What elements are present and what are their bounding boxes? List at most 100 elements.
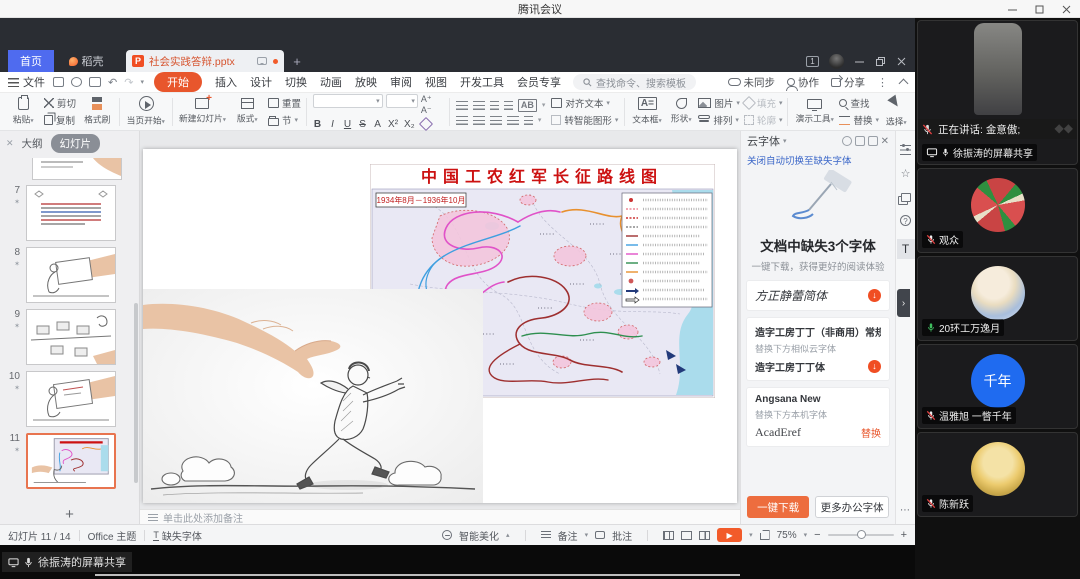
missing-fonts-status[interactable]: 缺失字体 [162,528,202,543]
picture-button[interactable]: 图片▾ [698,96,740,110]
video-tile[interactable]: 千年 温雅旭 一瞥千年 [917,344,1078,429]
present-tools-button[interactable]: 演示工具▾ [791,99,837,125]
numbered-list-icon[interactable] [473,101,485,110]
zoom-slider[interactable] [828,534,894,536]
more-menu-icon[interactable]: ⋮ [877,76,888,89]
pin-icon[interactable] [868,136,878,146]
zoom-level[interactable]: 75% [777,530,797,541]
thumbnail-slide-10[interactable] [26,371,116,427]
wps-restore-icon[interactable] [875,56,886,67]
reading-view-icon[interactable] [699,531,710,540]
notes-toggle-icon[interactable] [541,531,551,539]
collapse-ribbon-icon[interactable] [899,79,909,89]
fit-slide-icon[interactable] [760,530,770,540]
slide-sorter-icon[interactable] [681,531,692,540]
highlight-icon[interactable] [419,117,433,131]
play-from-current-button[interactable]: 当页开始▾ [123,96,169,127]
reset-button[interactable]: 重置 [268,96,301,110]
redo-icon[interactable]: ↷ [124,76,133,89]
outline-tab[interactable]: 大纲 [22,136,43,151]
new-tab-button[interactable]: + [284,50,310,72]
textbox-button[interactable]: A=文本框▾ [628,97,666,126]
replace-button[interactable]: 替换▾ [839,113,879,127]
download-icon[interactable]: ↓ [868,360,881,373]
notes-bar[interactable]: 单击此处添加备注 [140,509,740,524]
decrease-indent-icon[interactable] [490,101,499,110]
share-button[interactable]: 分享 [831,75,865,90]
more-fonts-button[interactable]: 更多办公字体 [815,496,889,518]
undo-icon[interactable]: ↶ [108,76,117,89]
align-left-icon[interactable] [456,116,468,125]
thumbnail-slide-8[interactable] [26,247,116,303]
line-spacing-icon[interactable] [524,116,533,125]
panel-scrollbar[interactable] [134,303,138,483]
video-tile-screen-share[interactable]: 正在讲话: 金意傲; ◆◆ 徐振涛的屏幕共享 [917,20,1078,165]
comment-bubble-icon[interactable] [257,57,267,65]
slides-tab[interactable]: 幻灯片 [51,134,101,153]
comments-label[interactable]: 批注 [612,528,632,543]
underline-button[interactable]: U [343,119,352,130]
cut-button[interactable]: 剪切 [44,96,76,110]
notes-toggle-label[interactable]: 备注 [558,528,578,543]
superscript-button[interactable]: X² [388,119,398,130]
panel-caret-icon[interactable]: ▾ [783,137,787,145]
thumbnail-slide-7[interactable] [26,185,116,241]
account-avatar[interactable] [829,54,844,69]
video-tile[interactable]: 20环工万逸月 [917,256,1078,341]
maximize-icon[interactable] [1034,4,1045,15]
tab-transition[interactable]: 切换 [285,74,307,90]
settings-gear-icon[interactable] [855,136,865,146]
thumbnail-slide-11-selected[interactable] [26,433,116,489]
sync-status[interactable]: 未同步 [728,75,776,90]
font-size-select[interactable]: ▾ [386,94,418,108]
theme-name[interactable]: Office 主题 [88,528,137,543]
customize-caret-icon[interactable]: ▾ [140,78,144,86]
zoom-out-button[interactable]: − [814,529,820,541]
beautify-label[interactable]: 智能美化 [459,528,499,543]
tab-document[interactable]: P 社会实践答辩.pptx [126,50,284,72]
auto-switch-link[interactable]: 关闭自动切换至缺失字体 [741,151,895,167]
thumbnail-slide-6-partial[interactable] [32,158,122,180]
arrange-button[interactable]: 排列▾ [698,113,740,127]
slideshow-play-button[interactable]: ▶ [717,528,742,542]
panel-close-icon[interactable]: ✕ [6,138,14,149]
tab-review[interactable]: 审阅 [390,74,412,90]
tab-view[interactable]: 视图 [425,74,447,90]
align-center-icon[interactable] [473,116,485,125]
tab-insert[interactable]: 插入 [215,74,237,90]
video-tile[interactable]: 观众 [917,168,1078,253]
feedback-icon[interactable] [842,136,852,146]
paste-button[interactable]: 粘贴▾ [4,97,42,126]
collaborate-button[interactable]: 协作 [787,75,819,90]
panel-close-icon[interactable]: ✕ [881,136,889,147]
subscript-button[interactable]: X₂ [404,119,415,130]
comments-icon[interactable] [595,531,605,539]
panes-icon[interactable] [901,193,911,202]
zoom-knob[interactable] [857,530,866,539]
download-icon[interactable]: ↓ [868,289,881,302]
shape-button[interactable]: 形状▾ [666,98,696,125]
file-menu[interactable]: 文件 [8,74,45,90]
font-family-select[interactable]: ▾ [313,94,383,108]
save-icon[interactable] [53,77,64,87]
add-slide-button[interactable]: + [0,504,139,524]
video-tile[interactable]: 陈新跃 [917,432,1078,517]
preview-icon[interactable] [89,77,101,87]
collapse-panel-chevron[interactable]: › [897,289,910,317]
tab-member[interactable]: 会员专享 [517,74,561,90]
thumbnail-slide-9[interactable] [26,309,116,365]
beautify-icon[interactable] [442,530,452,540]
help-icon[interactable]: ? [900,215,911,226]
tab-home[interactable]: 首页 [8,50,54,72]
text-tool-tab[interactable]: T [897,239,915,259]
tab-docer[interactable]: 稻壳 [54,50,118,72]
minimize-icon[interactable] [1007,4,1018,15]
bullet-list-icon[interactable] [456,101,468,110]
font-card[interactable]: 方正静蕾简体 ↓ [747,281,889,310]
slide-11[interactable]: 中国工农红军长征路线图 [143,149,737,503]
font-color-button[interactable]: A [373,119,382,130]
select-button[interactable]: 选择▾ [881,96,911,128]
print-icon[interactable] [71,77,82,87]
text-direction-icon[interactable]: AB [518,99,537,112]
replace-font-link[interactable]: 替换 [861,425,881,440]
